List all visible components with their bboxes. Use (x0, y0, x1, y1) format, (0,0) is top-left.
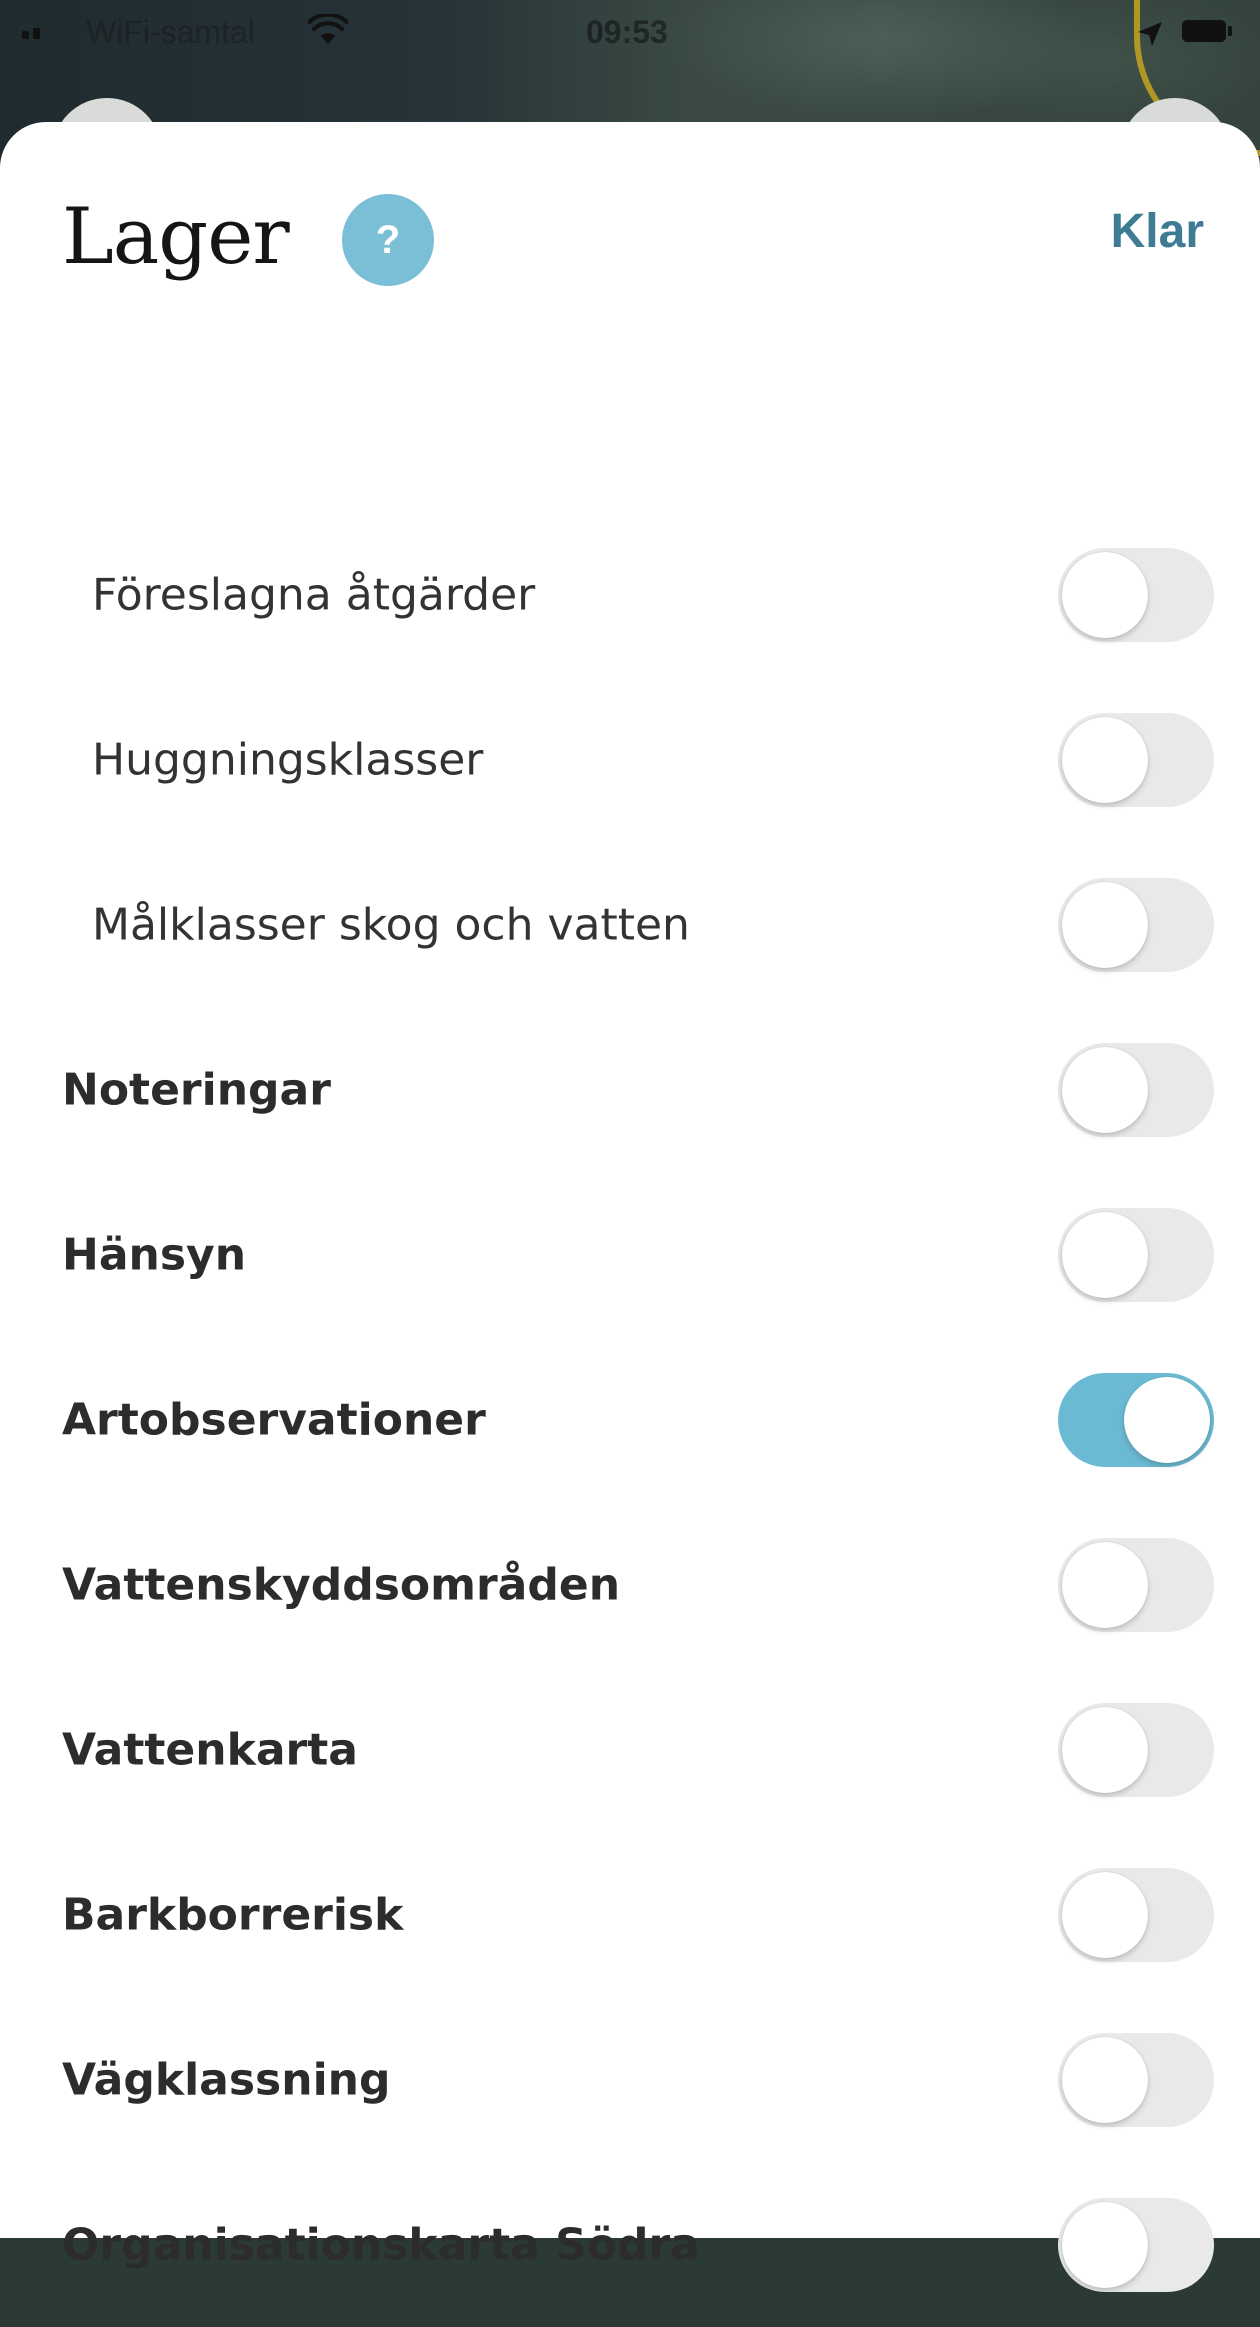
sheet-header: Lager ? Klar (0, 122, 1260, 372)
layer-row: Artobservationer (0, 1337, 1260, 1502)
toggle-knob (1062, 1046, 1148, 1133)
layer-row: Målklasser skog och vatten (0, 842, 1260, 1007)
layer-label: Huggningsklasser (92, 734, 484, 785)
layer-label: Målklasser skog och vatten (92, 899, 690, 950)
battery-icon (1182, 20, 1232, 42)
layer-label: Barkborrerisk (62, 1889, 404, 1940)
layer-toggle[interactable] (1058, 547, 1214, 642)
layer-toggle[interactable] (1058, 1042, 1214, 1137)
layer-row: Organisationskarta Södra (0, 2162, 1260, 2327)
carrier-label: WiFi-samtal (86, 14, 255, 50)
layers-sheet: Lager ? Klar Föreslagna åtgärder Huggning… (0, 122, 1260, 2292)
toggle-knob (1062, 2201, 1148, 2288)
layer-toggle[interactable] (1058, 712, 1214, 807)
wifi-icon (308, 14, 348, 44)
layer-label: Vägklassning (62, 2054, 391, 2105)
layer-toggle[interactable] (1058, 877, 1214, 972)
layer-label: Vattenkarta (62, 1724, 358, 1775)
done-button[interactable]: Klar (1111, 204, 1204, 259)
layer-label: Organisationskarta Södra (62, 2219, 700, 2270)
layer-row: Vattenskyddsområden (0, 1502, 1260, 1667)
layer-label: Vattenskyddsområden (62, 1559, 621, 1610)
layer-row: Barkborrerisk (0, 1832, 1260, 1997)
layer-list: Föreslagna åtgärder Huggningsklasser Målkl… (0, 512, 1260, 2327)
status-bar: WiFi-samtal 09:53 (0, 0, 1260, 64)
layer-label: Föreslagna åtgärder (92, 569, 536, 620)
toggle-knob (1062, 1211, 1148, 1298)
toggle-knob (1062, 1706, 1148, 1793)
status-time: 09:53 (586, 14, 668, 50)
layer-toggle[interactable] (1058, 1702, 1214, 1797)
layer-label: Hänsyn (62, 1229, 247, 1280)
layer-toggle[interactable] (1058, 1537, 1214, 1632)
layer-row: Föreslagna åtgärder (0, 512, 1260, 677)
layer-row: Vattenkarta (0, 1667, 1260, 1832)
layer-row: Noteringar (0, 1007, 1260, 1172)
toggle-knob (1062, 551, 1148, 638)
toggle-knob (1062, 881, 1148, 968)
layer-toggle[interactable] (1058, 2197, 1214, 2292)
layer-row: Huggningsklasser (0, 677, 1260, 842)
layer-row: Vägklassning (0, 1997, 1260, 2162)
help-button[interactable]: ? (342, 194, 434, 286)
layer-toggle[interactable] (1058, 1867, 1214, 1962)
toggle-knob (1062, 716, 1148, 803)
signal-icon (22, 28, 40, 39)
layer-toggle[interactable] (1058, 1372, 1214, 1467)
toggle-knob (1124, 1376, 1210, 1463)
toggle-knob (1062, 1871, 1148, 1958)
help-icon: ? (375, 217, 401, 262)
layer-toggle[interactable] (1058, 1207, 1214, 1302)
layer-label: Noteringar (62, 1064, 331, 1115)
toggle-knob (1062, 2036, 1148, 2123)
layer-label: Artobservationer (62, 1394, 486, 1445)
toggle-knob (1062, 1541, 1148, 1628)
sheet-title: Lager (62, 192, 290, 282)
layer-toggle[interactable] (1058, 2032, 1214, 2127)
layer-row: Hänsyn (0, 1172, 1260, 1337)
location-arrow-icon (1138, 22, 1162, 46)
